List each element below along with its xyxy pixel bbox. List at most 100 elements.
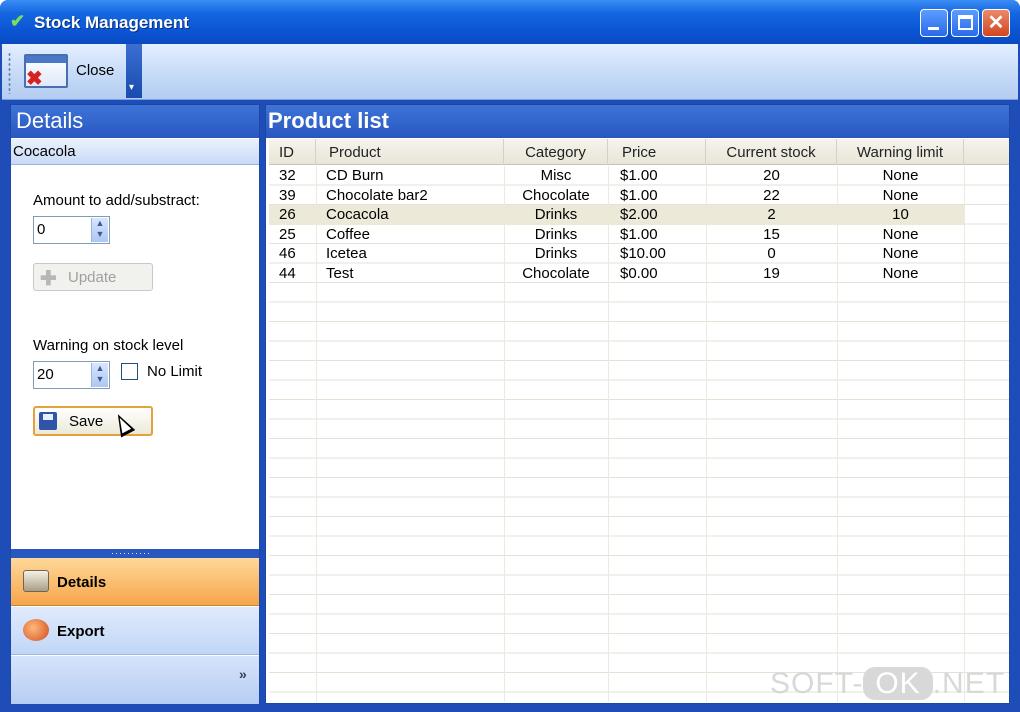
cell-product: Icetea — [326, 245, 367, 262]
cell-product: Coffee — [326, 225, 370, 243]
folder-icon — [23, 570, 49, 592]
product-grid: ID Product Category Price Current stock … — [269, 139, 1009, 703]
nav-footer: » — [11, 656, 259, 704]
cell-stock: 15 — [763, 225, 780, 243]
product-list-pane: Product list ID Product Category Price C… — [265, 104, 1010, 704]
cell-stock: 20 — [763, 167, 780, 184]
selected-product-name: Cocacola — [11, 139, 259, 165]
cell-price: $1.00 — [620, 186, 658, 204]
cell-product: Test — [326, 264, 354, 282]
window-title: Stock Management — [34, 13, 189, 32]
cell-limit: None — [882, 225, 919, 243]
cell-limit: None — [882, 186, 919, 204]
amount-stepper[interactable]: 0 ▲ ▼ — [33, 216, 110, 244]
minimize-button[interactable] — [920, 9, 948, 37]
cell-price: $2.00 — [620, 206, 658, 223]
watermark-suffix: .NET — [932, 667, 1006, 700]
column-header-category[interactable]: Category — [504, 139, 608, 165]
cell-stock: 22 — [763, 186, 780, 204]
cell-id: 44 — [279, 264, 296, 282]
spin-arrows-icon[interactable]: ▲ ▼ — [91, 218, 108, 242]
no-limit-label[interactable]: No Limit — [147, 363, 202, 380]
save-button[interactable]: Save — [33, 406, 153, 436]
save-label: Save — [69, 413, 104, 430]
cell-id: 39 — [279, 186, 296, 204]
cell-category: Drinks — [534, 206, 578, 223]
amount-value[interactable]: 0 — [37, 221, 45, 238]
watermark: SOFT- OK .NET — [770, 667, 1005, 701]
cell-price: $10.00 — [620, 245, 666, 262]
cell-id: 32 — [279, 167, 296, 184]
cell-id: 46 — [279, 245, 296, 262]
column-header-product[interactable]: Product — [316, 139, 504, 165]
window-close-button[interactable]: ✕ — [982, 9, 1010, 37]
amount-label: Amount to add/substract: — [33, 192, 200, 209]
table-row[interactable]: 39 Chocolate bar2 Chocolate $1.00 22 None — [269, 186, 964, 206]
product-list-header: Product list — [266, 105, 1009, 138]
warning-stepper[interactable]: 20 ▲ ▼ — [33, 361, 110, 389]
cell-category: Misc — [540, 167, 572, 184]
cell-product: Cocacola — [326, 206, 389, 223]
cell-limit: None — [882, 245, 919, 262]
cell-limit: 10 — [892, 206, 909, 223]
grid-body: 32 CD Burn Misc $1.00 20 None 39 Chocolate bar2… — [269, 166, 1009, 702]
splitter-grip: ·········· — [111, 548, 151, 558]
table-row[interactable]: 32 CD Burn Misc $1.00 20 None — [269, 166, 964, 186]
table-row[interactable]: 44 Test Chocolate $0.00 19 None — [269, 264, 964, 284]
update-label: Update — [68, 269, 117, 286]
floppy-disk-icon — [39, 412, 57, 430]
close-window-icon: ✖ — [24, 54, 68, 89]
column-header-price[interactable]: Price — [608, 139, 706, 165]
app-window: ✔ Stock Management ✕ ✖ Close ▾ Details C… — [0, 0, 1020, 712]
maximize-icon — [958, 15, 973, 30]
minimize-icon — [928, 27, 939, 30]
toolbar-close-label: Close — [76, 62, 115, 79]
nav-item-label: Export — [57, 623, 105, 640]
cell-price: $0.00 — [620, 264, 658, 282]
plus-icon: ✚ — [40, 268, 57, 290]
cell-stock: 0 — [767, 245, 776, 262]
cell-product: CD Burn — [326, 167, 384, 184]
column-header-current-stock[interactable]: Current stock — [706, 139, 837, 165]
app-check-icon: ✔ — [10, 11, 26, 31]
table-row[interactable]: 26 Cocacola Drinks $2.00 2 10 — [269, 205, 964, 225]
update-button[interactable]: ✚ Update — [33, 263, 153, 291]
export-icon — [23, 619, 49, 641]
cell-stock: 19 — [763, 264, 780, 282]
spin-arrows-icon[interactable]: ▲ ▼ — [91, 363, 108, 387]
warning-value[interactable]: 20 — [37, 366, 54, 383]
column-header-warning-limit[interactable]: Warning limit — [837, 139, 964, 165]
cell-id: 26 — [279, 206, 296, 223]
toolbar-overflow-button[interactable]: ▾ — [126, 44, 142, 98]
nav-item-details[interactable]: Details — [11, 558, 259, 606]
cell-category: Drinks — [534, 225, 578, 243]
grid-header-row: ID Product Category Price Current stock … — [269, 139, 1009, 165]
nav-item-label: Details — [57, 574, 107, 591]
cell-price: $1.00 — [620, 167, 658, 184]
toolbar-close-button[interactable]: ✖ Close — [16, 46, 124, 96]
cell-stock: 2 — [767, 206, 776, 223]
no-limit-checkbox[interactable] — [121, 363, 138, 380]
cell-price: $1.00 — [620, 225, 658, 243]
details-header: Details — [11, 105, 259, 138]
toolbar: ✖ Close ▾ — [2, 44, 1018, 100]
cell-category: Chocolate — [522, 186, 590, 204]
cell-id: 25 — [279, 225, 296, 243]
cell-category: Chocolate — [522, 264, 590, 282]
table-row[interactable]: 46 Icetea Drinks $10.00 0 None — [269, 244, 964, 264]
cell-product: Chocolate bar2 — [326, 186, 428, 204]
toolbar-grip[interactable] — [8, 52, 11, 94]
more-options-icon[interactable]: » — [239, 666, 247, 682]
cell-limit: None — [882, 167, 919, 184]
title-bar[interactable]: ✔ Stock Management ✕ — [0, 0, 1020, 44]
column-header-id[interactable]: ID — [269, 139, 316, 165]
nav-splitter[interactable]: ·········· — [11, 549, 259, 558]
watermark-ok: OK — [863, 667, 933, 700]
maximize-button[interactable] — [951, 9, 979, 37]
cell-limit: None — [882, 264, 919, 282]
table-row[interactable]: 25 Coffee Drinks $1.00 15 None — [269, 225, 964, 245]
details-pane: Details Cocacola Amount to add/substract… — [10, 104, 260, 704]
nav-item-export[interactable]: Export — [11, 607, 259, 655]
chevron-down-icon: ▾ — [129, 82, 135, 93]
warning-label: Warning on stock level — [33, 337, 184, 354]
